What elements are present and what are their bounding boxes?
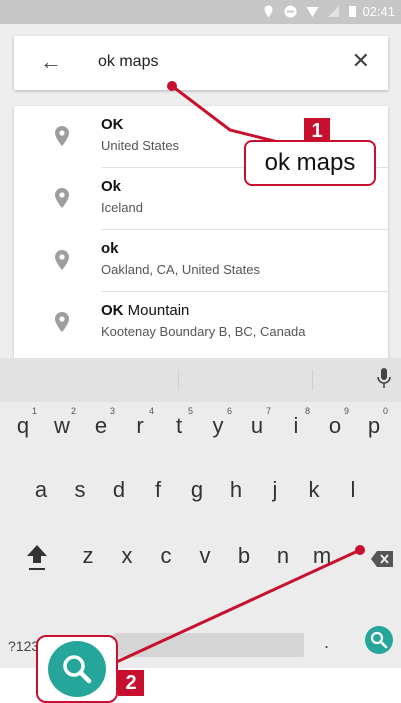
close-icon[interactable]: ✕ (352, 49, 370, 73)
key-j[interactable]: j (257, 468, 293, 512)
space-bar[interactable] (114, 633, 304, 657)
status-time: 02:41 (362, 4, 395, 19)
location-pin-icon (55, 312, 69, 332)
battery-icon (349, 6, 356, 17)
phone-screen: 02:41 ← ok maps ✕ OK United States Ok Ic… (0, 0, 401, 668)
search-key[interactable] (365, 626, 393, 654)
status-bar: 02:41 (0, 0, 401, 24)
suggestion-strip (0, 358, 401, 402)
list-item[interactable]: OK Mountain Kootenay Boundary B, BC, Can… (14, 292, 388, 354)
do-not-disturb-icon (284, 5, 297, 18)
microphone-icon[interactable] (377, 368, 391, 390)
key-h[interactable]: h (218, 468, 254, 512)
key-x[interactable]: x (109, 534, 145, 578)
search-bar[interactable]: ← ok maps ✕ (14, 36, 388, 90)
result-address: Kootenay Boundary B, BC, Canada (101, 324, 306, 339)
annotation-callout-search (36, 635, 118, 703)
key-z[interactable]: z (70, 534, 106, 578)
location-pin-icon (55, 126, 69, 146)
no-signal-icon (328, 6, 339, 17)
key-s[interactable]: s (62, 468, 98, 512)
key-d[interactable]: d (101, 468, 137, 512)
key-o[interactable]: o9 (317, 404, 353, 448)
key-n[interactable]: n (265, 534, 301, 578)
location-pin-icon (55, 250, 69, 270)
search-input[interactable]: ok maps (98, 53, 158, 71)
key-k[interactable]: k (296, 468, 332, 512)
onscreen-keyboard: q1 w2 e3 r4 t5 y6 u7 i8 o9 p0 a s d f g … (0, 358, 401, 668)
result-address: United States (101, 138, 180, 153)
search-icon (63, 655, 92, 684)
key-r[interactable]: r4 (122, 404, 158, 448)
key-m[interactable]: m (304, 534, 340, 578)
result-name: ok (101, 240, 119, 257)
shift-icon[interactable] (26, 543, 48, 573)
list-item[interactable]: ok Oakland, CA, United States (14, 230, 388, 292)
backspace-icon[interactable] (370, 550, 394, 568)
result-name: Ok (101, 178, 122, 195)
annotation-badge-2: 2 (118, 670, 144, 696)
key-u[interactable]: u7 (239, 404, 275, 448)
key-f[interactable]: f (140, 468, 176, 512)
period-key[interactable]: . (324, 632, 329, 653)
key-v[interactable]: v (187, 534, 223, 578)
key-p[interactable]: p0 (356, 404, 392, 448)
key-e[interactable]: e3 (83, 404, 119, 448)
symbols-key[interactable]: ?123 (8, 638, 39, 654)
wifi-icon (306, 7, 319, 17)
divider (178, 370, 179, 390)
key-w[interactable]: w2 (44, 404, 80, 448)
key-y[interactable]: y6 (200, 404, 236, 448)
arrow-left-icon[interactable]: ← (40, 50, 62, 74)
location-pin-icon (55, 188, 69, 208)
key-q[interactable]: q1 (5, 404, 41, 448)
key-b[interactable]: b (226, 534, 262, 578)
result-name: OK Mountain (101, 302, 190, 319)
location-icon (264, 5, 273, 18)
key-g[interactable]: g (179, 468, 215, 512)
key-c[interactable]: c (148, 534, 184, 578)
divider (312, 370, 313, 390)
result-name: OK (101, 116, 124, 133)
search-button-zoomed (48, 641, 106, 697)
key-i[interactable]: i8 (278, 404, 314, 448)
result-address: Iceland (101, 200, 143, 215)
key-t[interactable]: t5 (161, 404, 197, 448)
annotation-callout-query: ok maps (244, 140, 376, 186)
key-l[interactable]: l (335, 468, 371, 512)
key-a[interactable]: a (23, 468, 59, 512)
search-icon (370, 631, 388, 649)
result-address: Oakland, CA, United States (101, 262, 260, 277)
